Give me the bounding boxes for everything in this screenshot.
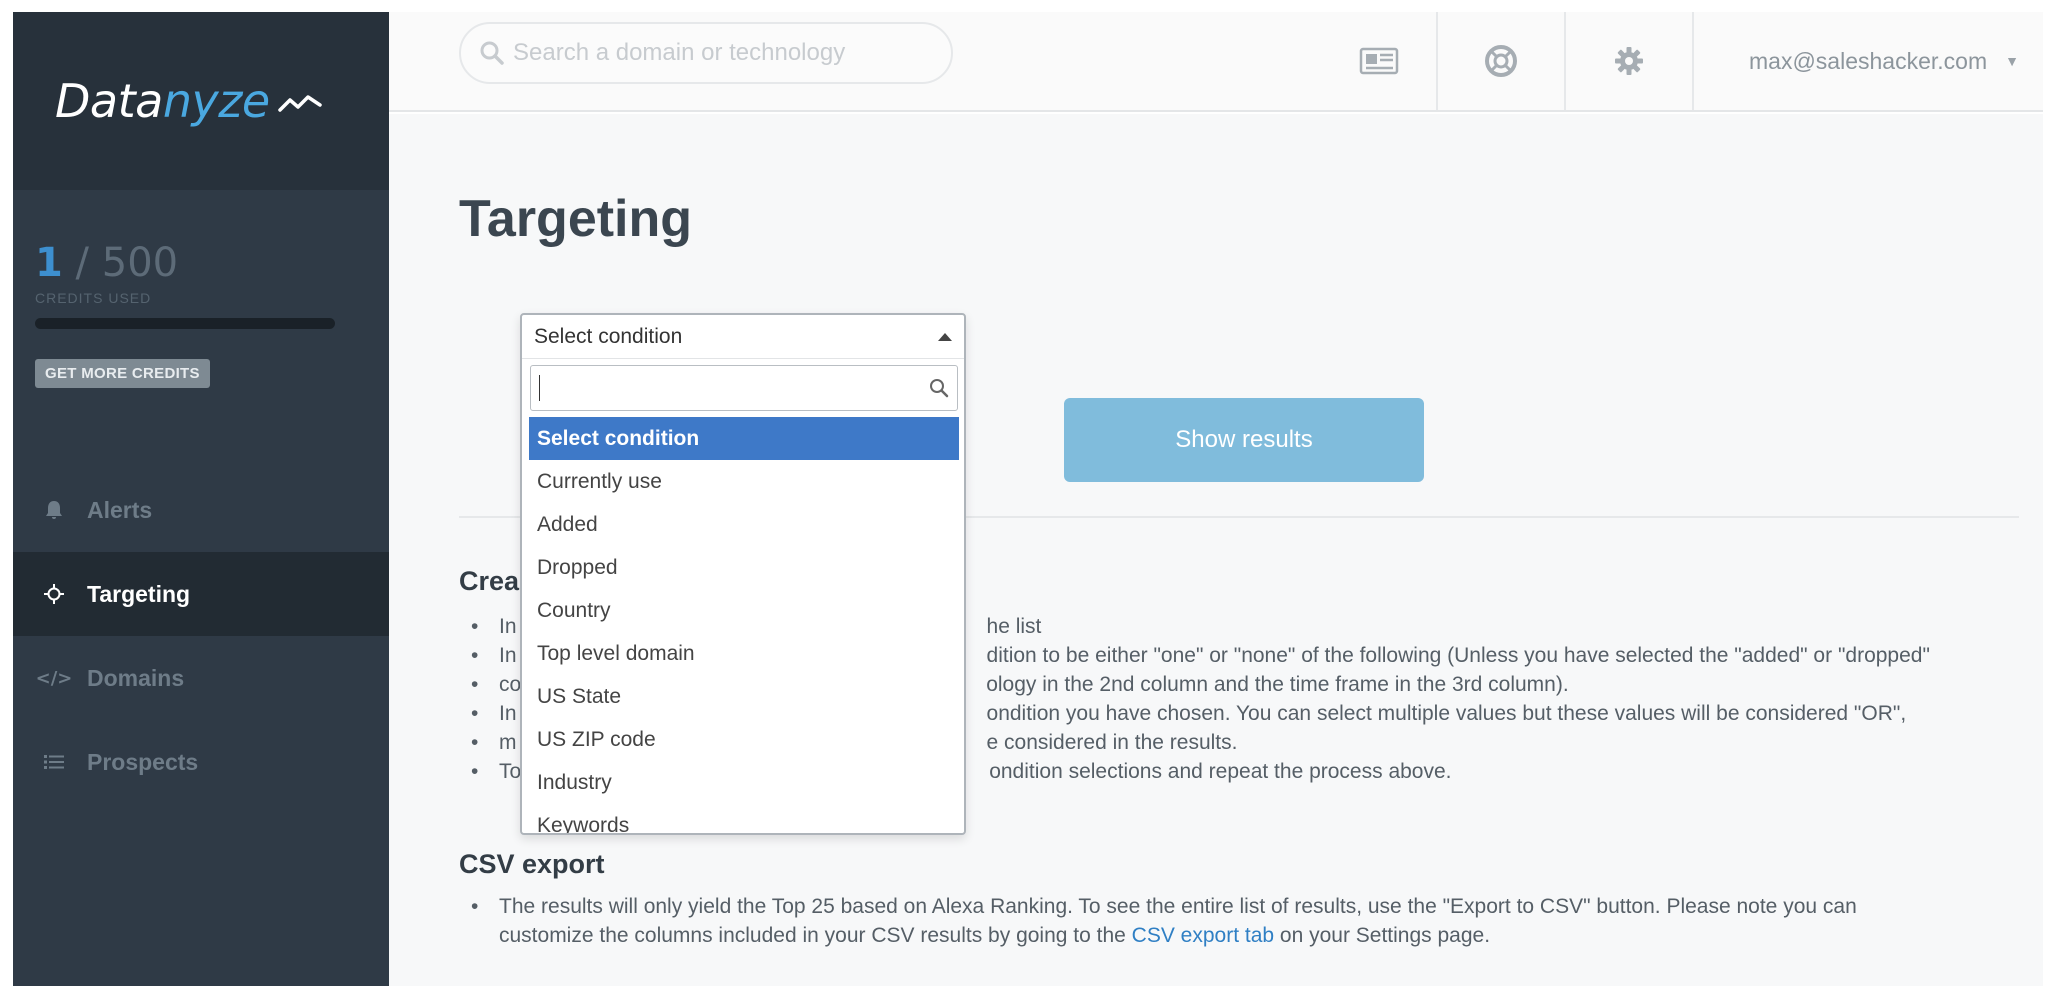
sidebar-item-targeting[interactable]: Targeting xyxy=(13,552,389,636)
newspaper-icon xyxy=(1359,47,1399,75)
condition-option-dropped[interactable]: Dropped xyxy=(529,546,959,589)
credits-count: 1 / 500 xyxy=(35,240,389,286)
line-end: he list xyxy=(986,615,1042,638)
sidebar-item-label: Targeting xyxy=(87,580,191,607)
credits-used: 1 xyxy=(35,240,63,286)
line-end: e considered in the results. xyxy=(986,731,1238,754)
line-end: ondition selections and repeat the proce… xyxy=(989,760,1452,783)
condition-option-us-state[interactable]: US State xyxy=(529,675,959,718)
logo-area: Data nyze xyxy=(13,12,389,190)
csv-export-list: The results will only yield the Top 25 b… xyxy=(469,892,2049,950)
search-icon xyxy=(930,379,949,398)
sidebar-item-label: Alerts xyxy=(87,496,153,523)
line-start: In xyxy=(499,644,517,667)
sidebar: Data nyze 1 / 500 CREDITS USED GET MORE C… xyxy=(13,12,389,986)
gear-icon xyxy=(1615,47,1643,75)
line-start: In xyxy=(499,702,517,725)
condition-option-industry[interactable]: Industry xyxy=(529,761,959,804)
user-menu[interactable]: max@saleshacker.com ▼ xyxy=(1749,12,2019,110)
line-start: co xyxy=(499,673,522,696)
chevron-down-icon: ▼ xyxy=(2005,53,2019,69)
crosshair-icon xyxy=(41,584,67,604)
sidebar-item-alerts[interactable]: Alerts xyxy=(13,468,389,552)
section-heading-csv-export: CSV export xyxy=(459,849,605,879)
condition-option-added[interactable]: Added xyxy=(529,503,959,546)
condition-option-currently-use[interactable]: Currently use xyxy=(529,460,959,503)
search-input[interactable] xyxy=(513,39,933,67)
credits-separator: / xyxy=(62,240,102,286)
line-start: To xyxy=(499,760,522,783)
credits-label: CREDITS USED xyxy=(35,290,152,306)
sidebar-item-prospects[interactable]: Prospects xyxy=(13,720,389,804)
line-end: dition to be either "one" or "none" of t… xyxy=(986,644,1930,667)
search-box[interactable] xyxy=(459,22,953,84)
logo-text-part2: nyze xyxy=(162,74,270,128)
credits-progress-bar xyxy=(35,318,335,329)
sidebar-nav: Alerts Targeting </> Domains Prospects xyxy=(13,468,389,804)
csv-text-line1: The results will only yield the Top 25 b… xyxy=(499,895,1857,918)
condition-select[interactable]: Select condition xyxy=(522,315,964,359)
lifebuoy-icon xyxy=(1485,45,1517,77)
show-results-button[interactable]: Show results xyxy=(1064,398,1424,482)
list-item: The results will only yield the Top 25 b… xyxy=(469,892,2049,950)
condition-select-dropdown[interactable]: Select condition Select condition Curren… xyxy=(520,313,966,835)
page-title: Targeting xyxy=(459,190,693,248)
help-button[interactable] xyxy=(1438,12,1564,110)
section-heading-create: Crea xyxy=(459,566,520,596)
sidebar-item-label: Domains xyxy=(87,664,185,691)
csv-text-line2-post: on your Settings page. xyxy=(1274,924,1491,947)
user-email: max@saleshacker.com xyxy=(1749,47,1988,74)
line-end: ondition you have chosen. You can select… xyxy=(986,702,1907,725)
settings-button[interactable] xyxy=(1566,12,1692,110)
datanyze-logo[interactable]: Data nyze xyxy=(55,74,322,128)
condition-option-country[interactable]: Country xyxy=(529,589,959,632)
condition-search-input[interactable] xyxy=(530,365,958,411)
credits-total: 500 xyxy=(101,240,179,286)
line-start: m xyxy=(499,731,517,754)
caret-up-icon xyxy=(938,332,952,341)
condition-options-list: Select condition Currently use Added Dro… xyxy=(529,417,959,834)
code-icon: </> xyxy=(35,667,73,689)
condition-option-top-level-domain[interactable]: Top level domain xyxy=(529,632,959,675)
condition-option-select-condition[interactable]: Select condition xyxy=(529,417,959,460)
csv-text-line2-pre: customize the columns included in your C… xyxy=(499,924,1132,947)
line-end: ology in the 2nd column and the time fra… xyxy=(986,673,1569,696)
condition-select-value: Select condition xyxy=(534,324,683,348)
line-start: In xyxy=(499,615,517,638)
credits-panel: 1 / 500 CREDITS USED GET MORE CREDITS xyxy=(13,190,389,468)
trend-line-icon xyxy=(277,95,322,112)
text-cursor xyxy=(539,375,540,401)
newspaper-button[interactable] xyxy=(1329,12,1429,110)
condition-option-us-zip-code[interactable]: US ZIP code xyxy=(529,718,959,761)
sidebar-item-label: Prospects xyxy=(87,748,199,775)
topbar-divider xyxy=(1692,12,1694,110)
bell-icon xyxy=(41,500,67,520)
csv-export-tab-link[interactable]: CSV export tab xyxy=(1132,924,1274,947)
list-icon xyxy=(41,754,67,770)
logo-text-part1: Data xyxy=(55,74,163,128)
get-more-credits-button[interactable]: GET MORE CREDITS xyxy=(35,359,210,388)
top-bar: max@saleshacker.com ▼ xyxy=(389,12,2043,112)
sidebar-item-domains[interactable]: </> Domains xyxy=(13,636,389,720)
condition-option-keywords[interactable]: Keywords xyxy=(529,804,959,834)
search-icon xyxy=(479,40,505,66)
